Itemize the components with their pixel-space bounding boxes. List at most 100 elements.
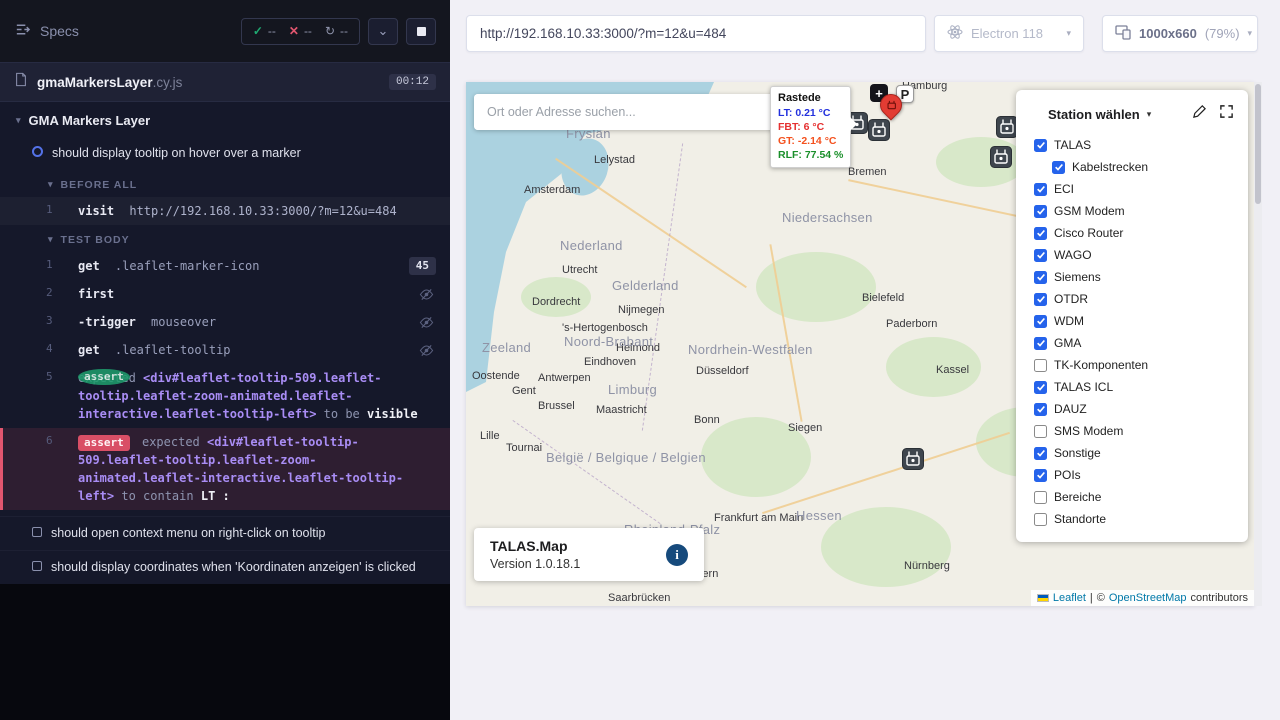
station-marker[interactable] [996,116,1018,138]
station-panel-title: Station wählen [1048,107,1140,122]
command-number: 6 [46,433,53,450]
info-glyph: i [675,547,679,563]
assert-row-passed[interactable]: 5 assert expected <div#leaflet-tooltip-5… [0,364,450,428]
command-row-trigger[interactable]: 3 -trigger mouseover [0,308,450,336]
aut-url-bar[interactable]: http://192.168.10.33:3000/?m=12&u=484 [466,15,926,52]
caret-down-icon: ▾ [48,234,54,245]
station-checkbox[interactable] [1034,249,1047,262]
command-row-first[interactable]: 2 first [0,280,450,308]
station-checkbox[interactable] [1052,161,1065,174]
command-number: 2 [46,285,53,302]
suite-title: GMA Markers Layer [29,113,151,128]
test-row-pending[interactable]: should display coordinates when 'Koordin… [0,550,450,584]
station-marker[interactable] [990,146,1012,168]
browser-select[interactable]: Electron 118 ▾ [934,15,1084,52]
map-label-region: België / Belgique / Belgien [546,450,706,465]
station-checkbox[interactable] [1034,205,1047,218]
station-marker[interactable] [868,119,890,141]
leaflet-link[interactable]: Leaflet [1053,592,1086,604]
station-filter-row[interactable]: SMS Modem [1034,420,1234,442]
station-checkbox[interactable] [1034,139,1047,152]
station-checkbox[interactable] [1034,337,1047,350]
map-label-city: Nijmegen [618,304,664,316]
ukraine-flag-icon [1037,594,1049,602]
station-filter-row[interactable]: Standorte [1034,508,1234,530]
station-checkbox[interactable] [1034,447,1047,460]
runner-main: http://192.168.10.33:3000/?m=12&u=484 El… [450,0,1280,720]
station-checkbox[interactable] [1034,381,1047,394]
station-checkbox[interactable] [1034,227,1047,240]
command-name: -trigger [78,315,136,329]
command-row-get-tooltip[interactable]: 4 get .leaflet-tooltip [0,336,450,364]
attribution-tail: contributors [1191,592,1248,604]
test-stats: ✓-- ✕-- ↻-- [241,18,360,45]
assert-value: visible [367,407,418,421]
stop-button[interactable] [406,18,436,45]
spec-name: gmaMarkersLayer [37,75,153,90]
test-row-pending[interactable]: should open context menu on right-click … [0,516,450,550]
station-checkbox[interactable] [1034,359,1047,372]
station-filter-row[interactable]: TK-Komponenten [1034,354,1234,376]
station-filter-row[interactable]: GMA [1034,332,1234,354]
tooltip-metric-label: RLF: [778,149,802,161]
station-checkbox[interactable] [1034,293,1047,306]
test-row-active[interactable]: should display tooltip on hover over a m… [0,137,450,170]
suite-row[interactable]: ▾ GMA Markers Layer [0,102,450,137]
station-checkbox[interactable] [1034,271,1047,284]
station-filter-row[interactable]: GSM Modem [1034,200,1234,222]
scrollbar-thumb[interactable] [1255,84,1261,204]
assert-row-failing[interactable]: 6 assert expected <div#leaflet-tooltip-5… [0,428,450,511]
station-checkbox[interactable] [1034,469,1047,482]
app-title: TALAS.Map [490,538,666,554]
command-number: 1 [46,257,53,274]
eye-slash-icon [419,315,434,335]
station-checkbox[interactable] [1034,315,1047,328]
station-filter-row[interactable]: DAUZ [1034,398,1234,420]
station-checkbox[interactable] [1034,183,1047,196]
station-label: TALAS [1054,138,1091,152]
command-row-visit[interactable]: 1 visit http://192.168.10.33:3000/?m=12&… [0,197,450,225]
station-filter-row[interactable]: OTDR [1034,288,1234,310]
station-filter-row[interactable]: TALAS [1034,134,1234,156]
station-filter-row[interactable]: ECI [1034,178,1234,200]
sidebar-collapse-icon[interactable] [14,21,31,41]
map-label-city: Tournai [506,442,542,454]
leaflet-map[interactable]: AmsterdamUtrechtLelystadDordrechtNijmege… [466,82,1254,606]
map-label-city: Frankfurt am Main [714,512,803,524]
failed-icon: ✕ [289,24,299,38]
chevron-down-icon[interactable]: ▾ [1147,109,1152,120]
search-input[interactable] [474,94,804,130]
station-filter-row[interactable]: TALAS ICL [1034,376,1234,398]
station-filter-row[interactable]: WDM [1034,310,1234,332]
before-all-section-header[interactable]: ▾ BEFORE ALL [0,170,450,197]
expand-fullscreen-icon[interactable] [1219,104,1234,124]
spec-duration-badge: 00:12 [389,74,436,90]
app-version: Version 1.0.18.1 [490,557,666,571]
station-filter-row[interactable]: Cisco Router [1034,222,1234,244]
station-filter-row[interactable]: WAGO [1034,244,1234,266]
collapse-all-button[interactable]: ⌄ [368,18,398,45]
command-row-get[interactable]: 1 get .leaflet-marker-icon 45 [0,252,450,280]
info-icon[interactable]: i [666,544,688,566]
station-filter-row[interactable]: Kabelstrecken [1034,156,1234,178]
station-checkbox[interactable] [1034,403,1047,416]
specs-label[interactable]: Specs [40,23,79,39]
station-filter-row[interactable]: POIs [1034,464,1234,486]
viewport-select[interactable]: 1000x660 (79%) ▾ [1102,15,1258,52]
map-label-city: Utrecht [562,264,597,276]
station-filter-row[interactable]: Siemens [1034,266,1234,288]
station-checkbox[interactable] [1034,491,1047,504]
station-checkbox[interactable] [1034,513,1047,526]
spec-file-row[interactable]: gmaMarkersLayer.cy.js 00:12 [0,62,450,102]
test-body-section-header[interactable]: ▾ TEST BODY [0,225,450,252]
station-marker[interactable] [902,448,924,470]
station-checkbox[interactable] [1034,425,1047,438]
aut-scrollbar[interactable] [1254,82,1262,606]
station-filter-row[interactable]: Bereiche [1034,486,1234,508]
openstreetmap-link[interactable]: OpenStreetMap [1109,592,1187,604]
station-filter-row[interactable]: Sonstige [1034,442,1234,464]
element-count-badge: 45 [409,257,436,276]
edit-pencil-icon[interactable] [1192,104,1207,124]
device-icon [886,100,897,111]
aut-url: http://192.168.10.33:3000/?m=12&u=484 [480,26,726,41]
